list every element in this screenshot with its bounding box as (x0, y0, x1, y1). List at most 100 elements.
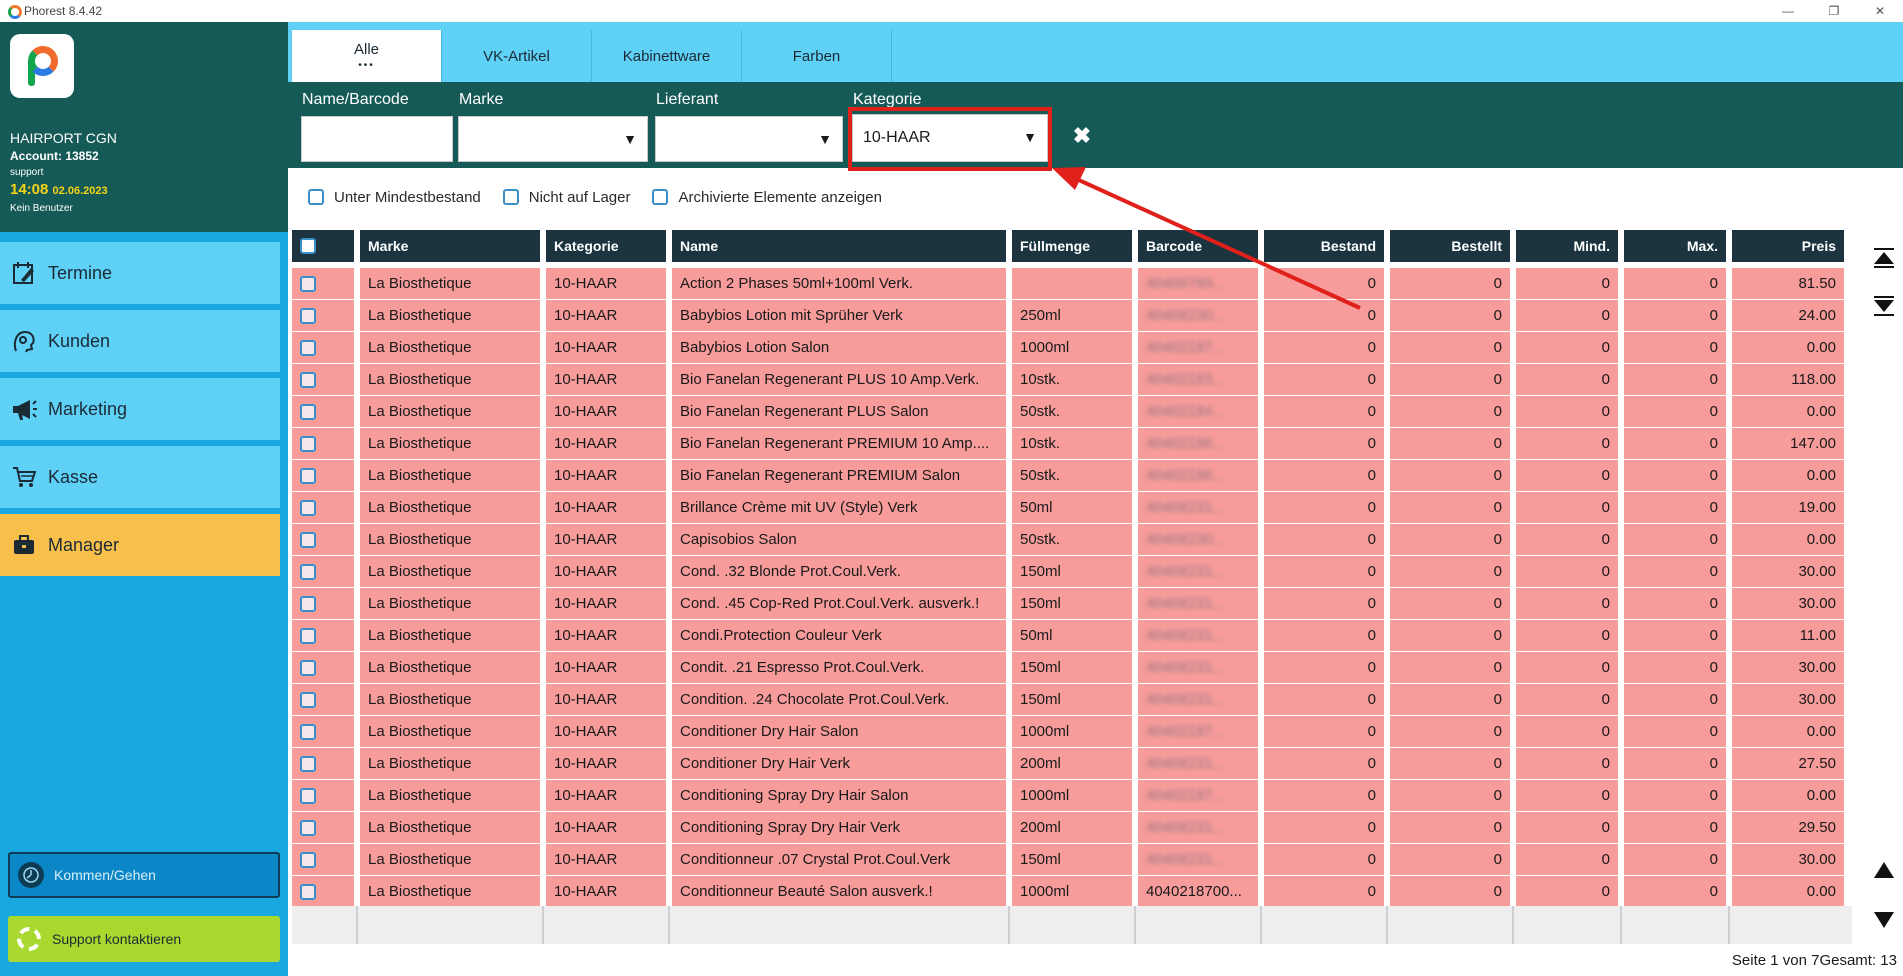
column-header[interactable]: Mind. (1516, 230, 1618, 262)
minimize-button[interactable]: — (1765, 0, 1811, 22)
nav-marketing[interactable]: Marketing (0, 378, 280, 440)
table-cell: Action 2 Phases 50ml+100ml Verk. (672, 268, 1006, 299)
marke-select[interactable]: ▼ (458, 116, 648, 162)
name-barcode-input[interactable] (301, 116, 453, 162)
column-header[interactable]: Füllmenge (1012, 230, 1132, 262)
table-row[interactable]: La Biosthetique 10-HAAR Babybios Lotion mi… (292, 300, 1852, 332)
column-header[interactable]: Name (672, 230, 1006, 262)
table-cell: 0 (1390, 620, 1510, 651)
nav-termine[interactable]: Termine (0, 242, 280, 304)
column-header[interactable]: Bestand (1264, 230, 1384, 262)
column-divider (1620, 906, 1622, 944)
table-row[interactable]: La Biosthetique 10-HAAR Conditioner Dry Ha… (292, 748, 1852, 780)
column-header[interactable]: Barcode (1138, 230, 1258, 262)
close-button[interactable]: ✕ (1857, 0, 1903, 22)
table-row[interactable]: La Biosthetique 10-HAAR Condit. .21 Espres… (292, 652, 1852, 684)
scroll-up-icon[interactable] (1870, 856, 1898, 884)
table-row[interactable]: La Biosthetique 10-HAAR Conditioner Dry Ha… (292, 716, 1852, 748)
checkbox[interactable] (502, 189, 519, 205)
table-row[interactable]: La Biosthetique 10-HAAR Condi.Protection C… (292, 620, 1852, 652)
table-row[interactable]: La Biosthetique 10-HAAR Cond. .32 Blonde P… (292, 556, 1852, 588)
table-cell: 0 (1264, 652, 1384, 683)
sidebar: HAIRPORT CGN Account: 13852 support 14:0… (0, 22, 288, 976)
row-checkbox[interactable] (300, 275, 316, 292)
table-row[interactable]: La Biosthetique 10-HAAR Bio Fanelan Regene… (292, 428, 1852, 460)
row-checkbox[interactable] (300, 723, 316, 740)
row-checkbox[interactable] (300, 755, 316, 772)
barcode-value: 40402186... (1146, 435, 1226, 452)
row-checkbox[interactable] (300, 659, 316, 676)
row-checkbox[interactable] (300, 851, 316, 868)
support-button[interactable]: Support kontaktieren (8, 916, 280, 962)
nav-manager[interactable]: Manager (0, 514, 280, 576)
table-cell: 30.00 (1732, 684, 1844, 715)
maximize-button[interactable]: ❐ (1811, 0, 1857, 22)
table-row[interactable]: La Biosthetique 10-HAAR Bio Fanelan Regene… (292, 396, 1852, 428)
scroll-to-bottom-icon[interactable] (1870, 292, 1898, 320)
row-checkbox[interactable] (300, 595, 316, 612)
table-row[interactable]: La Biosthetique 10-HAAR Capisobios Salon 50… (292, 524, 1852, 556)
row-checkbox[interactable] (300, 467, 316, 484)
row-checkbox[interactable] (300, 403, 316, 420)
row-checkbox[interactable] (300, 883, 316, 900)
row-checkbox[interactable] (300, 307, 316, 324)
tab-vk-artikel[interactable]: VK-Artikel (442, 30, 592, 82)
table-row[interactable]: La Biosthetique 10-HAAR Action 2 Phases 50… (292, 268, 1852, 300)
checkbox[interactable] (652, 189, 669, 205)
row-checkbox[interactable] (300, 499, 316, 516)
row-checkbox[interactable] (300, 691, 316, 708)
row-checkbox[interactable] (300, 563, 316, 580)
table-row[interactable]: La Biosthetique 10-HAAR Bio Fanelan Regene… (292, 460, 1852, 492)
table-cell: 0 (1624, 300, 1726, 331)
kommen-gehen-button[interactable]: Kommen/Gehen (8, 852, 280, 898)
table-row[interactable]: La Biosthetique 10-HAAR Cond. .45 Cop-Red … (292, 588, 1852, 620)
column-header[interactable]: Preis (1732, 230, 1844, 262)
row-checkbox[interactable] (300, 627, 316, 644)
option-nicht-auf-lager[interactable]: Nicht auf Lager (502, 189, 630, 206)
barcode-value: 40402187... (1146, 723, 1226, 740)
column-header[interactable]: Kategorie (546, 230, 666, 262)
table-row[interactable]: La Biosthetique 10-HAAR Conditionneur Beau… (292, 876, 1852, 908)
cart-icon (10, 463, 38, 491)
barcode-value: 40408231... (1146, 659, 1226, 676)
clear-filter-icon[interactable]: ✖ (1068, 122, 1096, 150)
column-header[interactable]: Max. (1624, 230, 1726, 262)
checkbox[interactable] (308, 189, 324, 205)
option-unter-mindestbestand[interactable]: Unter Mindestbestand (308, 189, 481, 206)
table-cell: Bio Fanelan Regenerant PLUS Salon (672, 396, 1006, 427)
row-select-cell (292, 268, 354, 299)
nav-kasse[interactable]: Kasse (0, 446, 280, 508)
table-cell: 0 (1264, 524, 1384, 555)
option-archivierte-elemente[interactable]: Archivierte Elemente anzeigen (652, 189, 882, 206)
tab-farben[interactable]: Farben (742, 30, 892, 82)
row-checkbox[interactable] (300, 819, 316, 836)
table-cell: La Biosthetique (360, 524, 540, 555)
row-checkbox[interactable] (300, 371, 316, 388)
table-row[interactable]: La Biosthetique 10-HAAR Brillance Crème mi… (292, 492, 1852, 524)
table-cell: 0 (1390, 364, 1510, 395)
table-row[interactable]: La Biosthetique 10-HAAR Conditioning Spray… (292, 812, 1852, 844)
row-checkbox[interactable] (300, 787, 316, 804)
barcode-value: 40402183... (1146, 371, 1226, 388)
column-header[interactable]: Marke (360, 230, 540, 262)
row-checkbox[interactable] (300, 339, 316, 356)
column-divider (542, 906, 544, 944)
column-header[interactable]: Bestellt (1390, 230, 1510, 262)
tab-kabinettware[interactable]: Kabinettware (592, 30, 742, 82)
table-row[interactable]: La Biosthetique 10-HAAR Conditioning Spray… (292, 780, 1852, 812)
table-cell: La Biosthetique (360, 684, 540, 715)
row-checkbox[interactable] (300, 435, 316, 452)
tab-alle[interactable]: Alle ••• (292, 30, 442, 82)
lieferant-select[interactable]: ▼ (655, 116, 843, 162)
select-all-checkbox[interactable] (300, 238, 316, 254)
nav-kunden[interactable]: Kunden (0, 310, 280, 372)
table-cell: 0 (1390, 684, 1510, 715)
table-row[interactable]: La Biosthetique 10-HAAR Bio Fanelan Regene… (292, 364, 1852, 396)
table-row[interactable]: La Biosthetique 10-HAAR Conditionneur .07 … (292, 844, 1852, 876)
scroll-to-top-icon[interactable] (1870, 244, 1898, 272)
row-checkbox[interactable] (300, 531, 316, 548)
table-row[interactable]: La Biosthetique 10-HAAR Babybios Lotion Sa… (292, 332, 1852, 364)
scroll-down-icon[interactable] (1870, 906, 1898, 934)
table-cell: 10stk. (1012, 364, 1132, 395)
table-row[interactable]: La Biosthetique 10-HAAR Condition. .24 Cho… (292, 684, 1852, 716)
